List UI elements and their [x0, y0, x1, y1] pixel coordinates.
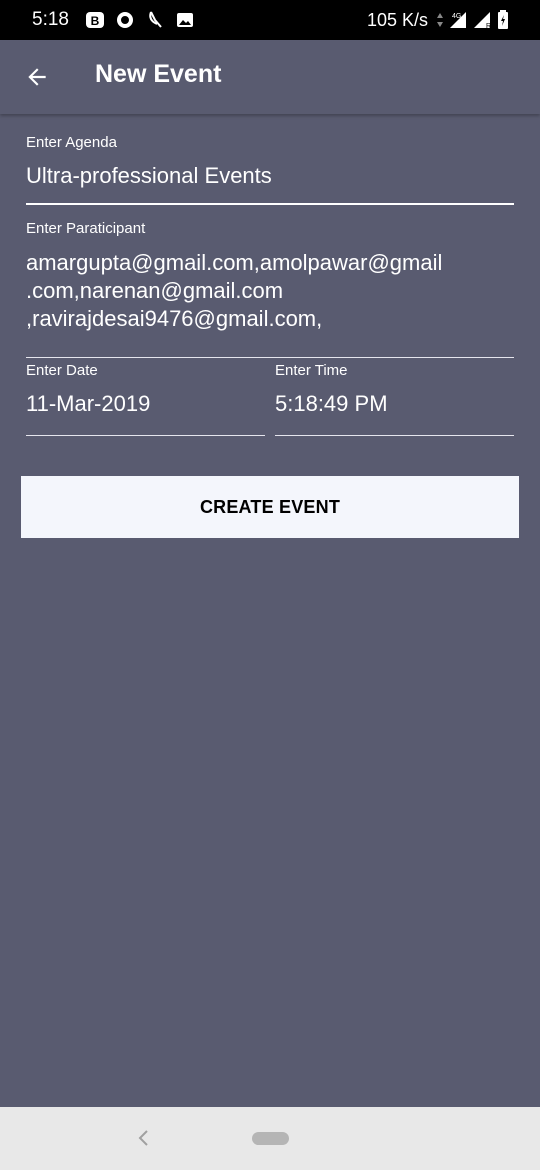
participant-line: .com,narenan@gmail.com	[26, 278, 284, 303]
nav-back-button[interactable]	[132, 1127, 154, 1149]
date-field[interactable]: Enter Date 11-Mar-2019	[26, 362, 265, 436]
date-label: Enter Date	[26, 362, 98, 379]
svg-text:R: R	[486, 23, 491, 30]
moon-icon	[145, 10, 165, 30]
agenda-input[interactable]: Ultra-professional Events	[26, 163, 514, 205]
participant-line: amargupta@gmail.com,amolpawar@gmail	[26, 250, 443, 275]
status-time: 5:18	[32, 9, 69, 30]
image-icon	[175, 10, 195, 30]
status-right: 105 K/s 4G R	[367, 10, 510, 31]
app-bar: New Event	[0, 40, 540, 114]
b-app-icon: B	[85, 10, 105, 30]
participant-field[interactable]: Enter Paraticipant amargupta@gmail.com,a…	[26, 220, 514, 358]
arrow-left-icon	[28, 68, 46, 86]
chevron-left-icon	[138, 1130, 148, 1146]
participant-input[interactable]: amargupta@gmail.com,amolpawar@gmail .com…	[26, 249, 514, 358]
back-button[interactable]	[22, 62, 52, 92]
svg-text:B: B	[91, 14, 100, 28]
system-nav-bar	[0, 1107, 540, 1170]
net-speed: 105 K/s	[366, 9, 428, 30]
data-arrows-icon	[436, 10, 444, 30]
signal-badge: 4G	[452, 13, 461, 20]
create-event-button[interactable]: CREATE EVENT	[21, 476, 519, 538]
status-bar: 5:18 B 105 K/s 4G R	[0, 0, 540, 40]
time-input[interactable]: 5:18:49 PM	[275, 391, 514, 436]
agenda-field[interactable]: Enter Agenda Ultra-professional Events	[26, 134, 514, 205]
agenda-label: Enter Agenda	[26, 134, 117, 151]
participant-label: Enter Paraticipant	[26, 220, 146, 237]
circle-app-icon	[115, 10, 135, 30]
signal-roaming-icon: R	[472, 10, 492, 30]
time-field[interactable]: Enter Time 5:18:49 PM	[275, 362, 514, 436]
date-input[interactable]: 11-Mar-2019	[26, 391, 265, 436]
signal-icon: 4G	[448, 10, 468, 30]
battery-charging-icon	[496, 10, 510, 30]
status-left: 5:18 B	[32, 9, 195, 31]
nav-home-pill[interactable]	[252, 1132, 289, 1145]
page-title: New Event	[95, 60, 222, 88]
participant-line: ,ravirajdesai9476@gmail.com,	[26, 306, 323, 331]
time-label: Enter Time	[275, 362, 348, 379]
